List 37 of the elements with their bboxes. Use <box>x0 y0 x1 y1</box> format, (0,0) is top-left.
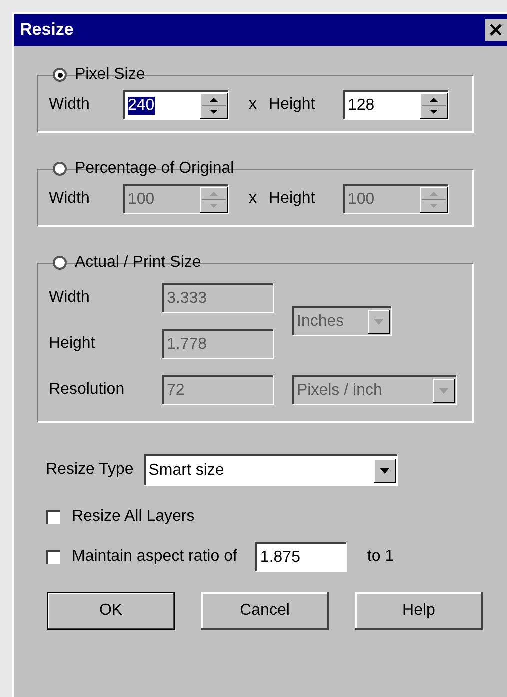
checkbox-label: Resize All Layers <box>72 508 195 526</box>
dropdown-button[interactable] <box>374 458 396 482</box>
radio-button[interactable] <box>53 162 67 176</box>
close-icon <box>490 24 502 36</box>
group-label: Pixel Size <box>75 66 146 84</box>
field-label: Width <box>49 289 91 307</box>
close-button[interactable] <box>485 19 507 41</box>
spin-button[interactable] <box>420 92 448 118</box>
field-label: Width <box>49 96 91 114</box>
ratio-field[interactable]: 1.875 <box>255 542 348 572</box>
checkbox[interactable] <box>46 510 60 524</box>
checkbox-label: Maintain aspect ratio of <box>72 548 238 566</box>
field-label: Resize Type <box>46 461 134 479</box>
caret-icon <box>439 388 449 394</box>
dialog-button[interactable]: Help <box>355 592 483 630</box>
field-label: Height <box>269 96 316 114</box>
dialog-button[interactable]: Cancel <box>201 592 329 630</box>
field-label: Height <box>49 335 96 353</box>
ratio-suffix: to 1 <box>367 548 394 566</box>
caret-icon <box>380 468 390 474</box>
field-label: Height <box>269 190 316 208</box>
number-field[interactable]: 240 <box>123 90 229 120</box>
radio-button[interactable] <box>53 256 67 270</box>
times-sign: x <box>249 190 257 208</box>
resize-type-dropdown[interactable]: Smart size <box>144 454 398 486</box>
window-title: Resize <box>20 20 74 40</box>
group-label: Percentage of Original <box>75 160 234 178</box>
checkbox[interactable] <box>46 550 60 564</box>
radio-button[interactable] <box>53 68 67 82</box>
dialog-button[interactable]: OK <box>47 592 175 630</box>
field-label: Width <box>49 190 91 208</box>
times-sign: x <box>249 96 257 114</box>
number-field[interactable]: 128 <box>343 90 449 120</box>
spin-button[interactable] <box>200 92 228 118</box>
field-label: Resolution <box>49 381 126 399</box>
caret-icon <box>374 318 384 324</box>
group-label: Actual / Print Size <box>75 254 202 272</box>
